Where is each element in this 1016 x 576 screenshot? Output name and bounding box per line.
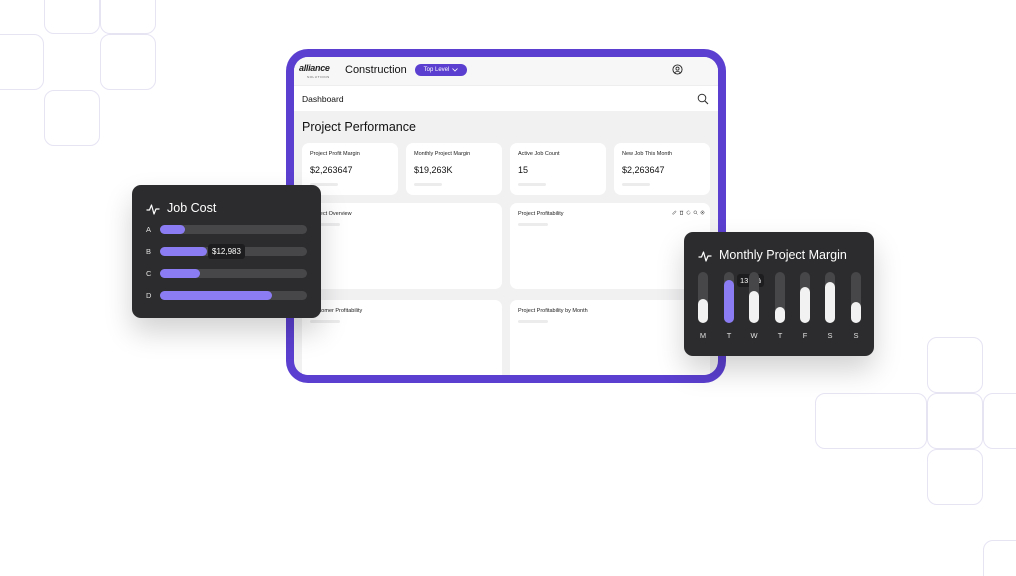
margin-bar-track[interactable] [800,272,810,323]
kpi-placeholder-line [622,183,650,186]
user-profile-icon[interactable] [672,64,683,75]
panel-title: Project Profitability by Month [518,308,588,314]
decor-square [927,337,983,393]
margin-bar-track[interactable] [724,272,734,323]
job-cost-bar-fill [160,291,272,300]
hero-illustration: alliance SOLUTIONS Construction Top Leve… [0,0,1016,576]
margin-bar-fill [724,280,734,323]
kpi-card-active-job-count[interactable]: Active Job Count 15 [510,143,606,195]
margin-bar-fill [775,307,785,323]
kpi-placeholder-line [518,183,546,186]
job-cost-row-label: B [146,247,152,256]
page-title: Project Performance [302,120,416,134]
monthly-margin-card[interactable]: Monthly Project Margin MT13,8%WTFSS [684,232,874,356]
decor-square [927,393,983,449]
margin-bar-track[interactable] [749,272,759,323]
refresh-icon[interactable] [686,210,691,215]
decor-square [44,90,100,146]
decor-square [983,393,1016,449]
search-icon[interactable] [697,93,709,105]
decor-square [815,393,927,449]
margin-day-label: S [827,331,833,340]
dashboard-screen: alliance SOLUTIONS Construction Top Leve… [294,57,718,375]
panel-project-overview[interactable]: Project Overview [302,203,502,289]
margin-bar-track[interactable] [698,272,708,323]
tablet-frame: alliance SOLUTIONS Construction Top Leve… [286,49,726,383]
margin-day-label: S [853,331,859,340]
job-cost-bar-fill [160,269,200,278]
job-cost-row[interactable]: B $12,983 [146,244,309,259]
card-title: Monthly Project Margin [719,248,847,262]
job-cost-bar-track [160,225,307,234]
margin-day-label: F [802,331,808,340]
edit-icon[interactable] [672,210,677,215]
kpi-value: $2,263647 [622,165,665,175]
margin-bar-track[interactable] [775,272,785,323]
panel-placeholder-line [518,320,548,323]
panel-title: Project Profitability [518,211,564,217]
app-title: Construction [345,64,407,76]
margin-day-label: T [726,331,732,340]
decor-square [983,540,1016,576]
margin-bar-fill [749,291,759,323]
job-cost-row-label: C [146,269,152,278]
job-cost-tooltip: $12,983 [208,244,245,259]
job-cost-bar-track [160,269,307,278]
job-cost-bar-fill [160,225,185,234]
settings-icon[interactable] [700,210,705,215]
job-cost-bar-track: $12,983 [160,244,307,259]
job-cost-row[interactable]: C [146,269,309,279]
job-cost-row-label: D [146,291,152,300]
kpi-label: New Job This Month [622,151,673,157]
decor-square [0,34,44,90]
decor-square [44,0,100,34]
job-cost-row-label: A [146,225,152,234]
delete-icon[interactable] [679,210,684,215]
panel-project-profitability[interactable]: Project Profitability [510,203,710,289]
margin-bar-fill [825,282,835,323]
kpi-placeholder-line [414,183,442,186]
kpi-label: Project Profit Margin [310,151,360,157]
level-selector-label: Top Level [423,67,450,73]
zoom-icon[interactable] [693,210,698,215]
margin-bar-fill [800,287,810,323]
decor-square [100,34,156,90]
activity-icon [146,204,160,215]
app-header: alliance SOLUTIONS Construction Top Leve… [294,57,718,85]
brand-logo[interactable]: alliance [299,63,330,73]
margin-bar-fill [851,302,861,323]
panel-placeholder-line [518,223,548,226]
job-cost-bar-track [160,291,307,300]
margin-day-label: T [777,331,783,340]
panel-customer-profitability[interactable]: Customer Profitability [302,300,502,375]
panel-toolbar [672,210,705,215]
margin-day-label: W [750,331,758,340]
decor-square [100,0,156,34]
panel-placeholder-line [310,320,340,323]
margin-bar-fill [698,299,708,323]
kpi-label: Active Job Count [518,151,560,157]
margin-bar-track[interactable] [851,272,861,323]
breadcrumb-bar: Dashboard [294,85,718,111]
job-cost-card[interactable]: Job Cost A B $12,983 C D [132,185,321,318]
decor-square [927,449,983,505]
panel-project-profitability-by-month[interactable]: Project Profitability by Month [510,300,710,375]
kpi-card-new-job-this-month[interactable]: New Job This Month $2,263647 [614,143,710,195]
margin-day-label: M [699,331,707,340]
chevron-down-icon [452,68,459,72]
brand-logo-subtext: SOLUTIONS [307,75,330,79]
card-title: Job Cost [167,201,217,215]
job-cost-bar-fill [160,247,207,256]
job-cost-row[interactable]: D [146,291,309,301]
kpi-value: $19,263K [414,165,453,175]
kpi-value: $2,263647 [310,165,353,175]
kpi-value: 15 [518,165,529,175]
kpi-card-monthly-project-margin[interactable]: Monthly Project Margin $19,263K [406,143,502,195]
kpi-label: Monthly Project Margin [414,151,471,157]
breadcrumb[interactable]: Dashboard [302,94,344,104]
job-cost-row[interactable]: A [146,225,309,235]
level-selector[interactable]: Top Level [415,64,467,76]
margin-bar-track[interactable] [825,272,835,323]
activity-icon [698,251,712,262]
